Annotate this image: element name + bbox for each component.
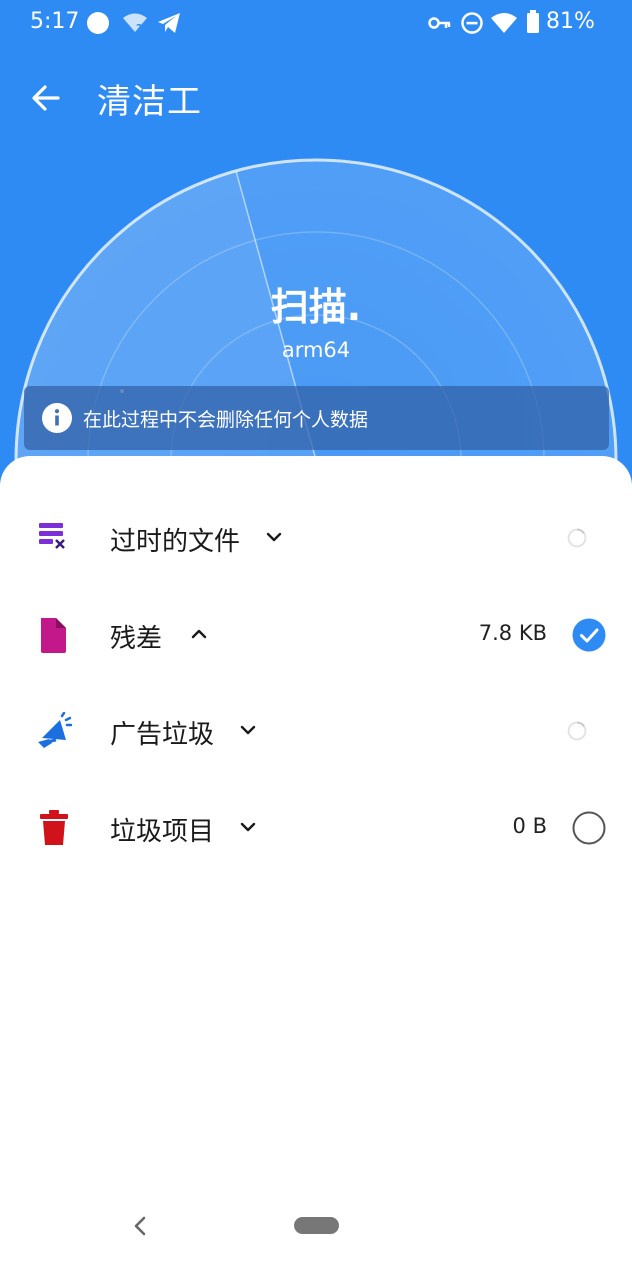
category-size: 0 B	[512, 814, 547, 838]
megaphone-icon	[38, 712, 72, 748]
chevron-up-icon[interactable]	[189, 624, 209, 644]
header-area: 5:17 ? 81% 清洁工 扫描. arm64 在此过程中不会删除任何个人数据	[0, 0, 632, 500]
chevron-down-icon[interactable]	[238, 817, 258, 837]
nav-back-icon[interactable]	[128, 1212, 152, 1240]
do-not-disturb-icon	[461, 12, 483, 34]
chevron-down-icon[interactable]	[238, 720, 258, 740]
status-bar: 5:17 ? 81%	[0, 0, 632, 46]
chevron-down-icon[interactable]	[264, 527, 284, 547]
wifi-icon	[491, 13, 517, 33]
checkbox-checked-icon[interactable]	[572, 618, 606, 652]
telegram-icon	[158, 13, 180, 33]
loading-spinner-icon	[567, 721, 587, 741]
trash-icon	[40, 810, 68, 845]
info-icon	[42, 403, 72, 433]
app-title: 清洁工	[97, 82, 202, 122]
svg-text:?: ?	[136, 22, 142, 34]
vpn-key-icon	[428, 17, 451, 29]
category-sheet: 过时的文件 残差 7.8 KB 广告垃圾 垃圾项目 0 B	[0, 456, 632, 1264]
residual-file-icon	[41, 618, 66, 653]
status-time: 5:17	[30, 9, 80, 34]
category-label: 残差	[110, 624, 163, 654]
checkbox-unchecked-icon[interactable]	[572, 811, 606, 845]
info-text: 在此过程中不会删除任何个人数据	[83, 409, 369, 431]
battery-icon	[527, 10, 539, 33]
category-label: 垃圾项目	[110, 817, 215, 847]
category-size: 7.8 KB	[478, 621, 547, 645]
scan-subtitle: arm64	[281, 338, 351, 362]
category-row-obsolete[interactable]: 过时的文件	[0, 489, 632, 585]
category-row-trash[interactable]: 垃圾项目 0 B	[0, 779, 632, 875]
info-banner: 在此过程中不会删除任何个人数据	[24, 386, 609, 450]
loading-spinner-icon	[567, 528, 587, 548]
category-label: 广告垃圾	[110, 720, 215, 750]
obsolete-files-icon	[39, 523, 65, 549]
nav-home-pill[interactable]	[294, 1217, 339, 1234]
back-arrow-icon[interactable]	[26, 78, 66, 118]
battery-percent: 81%	[546, 9, 595, 34]
scan-title: 扫描.	[270, 285, 362, 329]
notification-dot-icon	[87, 12, 109, 34]
category-row-residual[interactable]: 残差 7.8 KB	[0, 586, 632, 682]
category-label: 过时的文件	[110, 527, 241, 557]
category-row-ads[interactable]: 广告垃圾	[0, 682, 632, 778]
wifi-unknown-icon: ?	[123, 13, 147, 34]
